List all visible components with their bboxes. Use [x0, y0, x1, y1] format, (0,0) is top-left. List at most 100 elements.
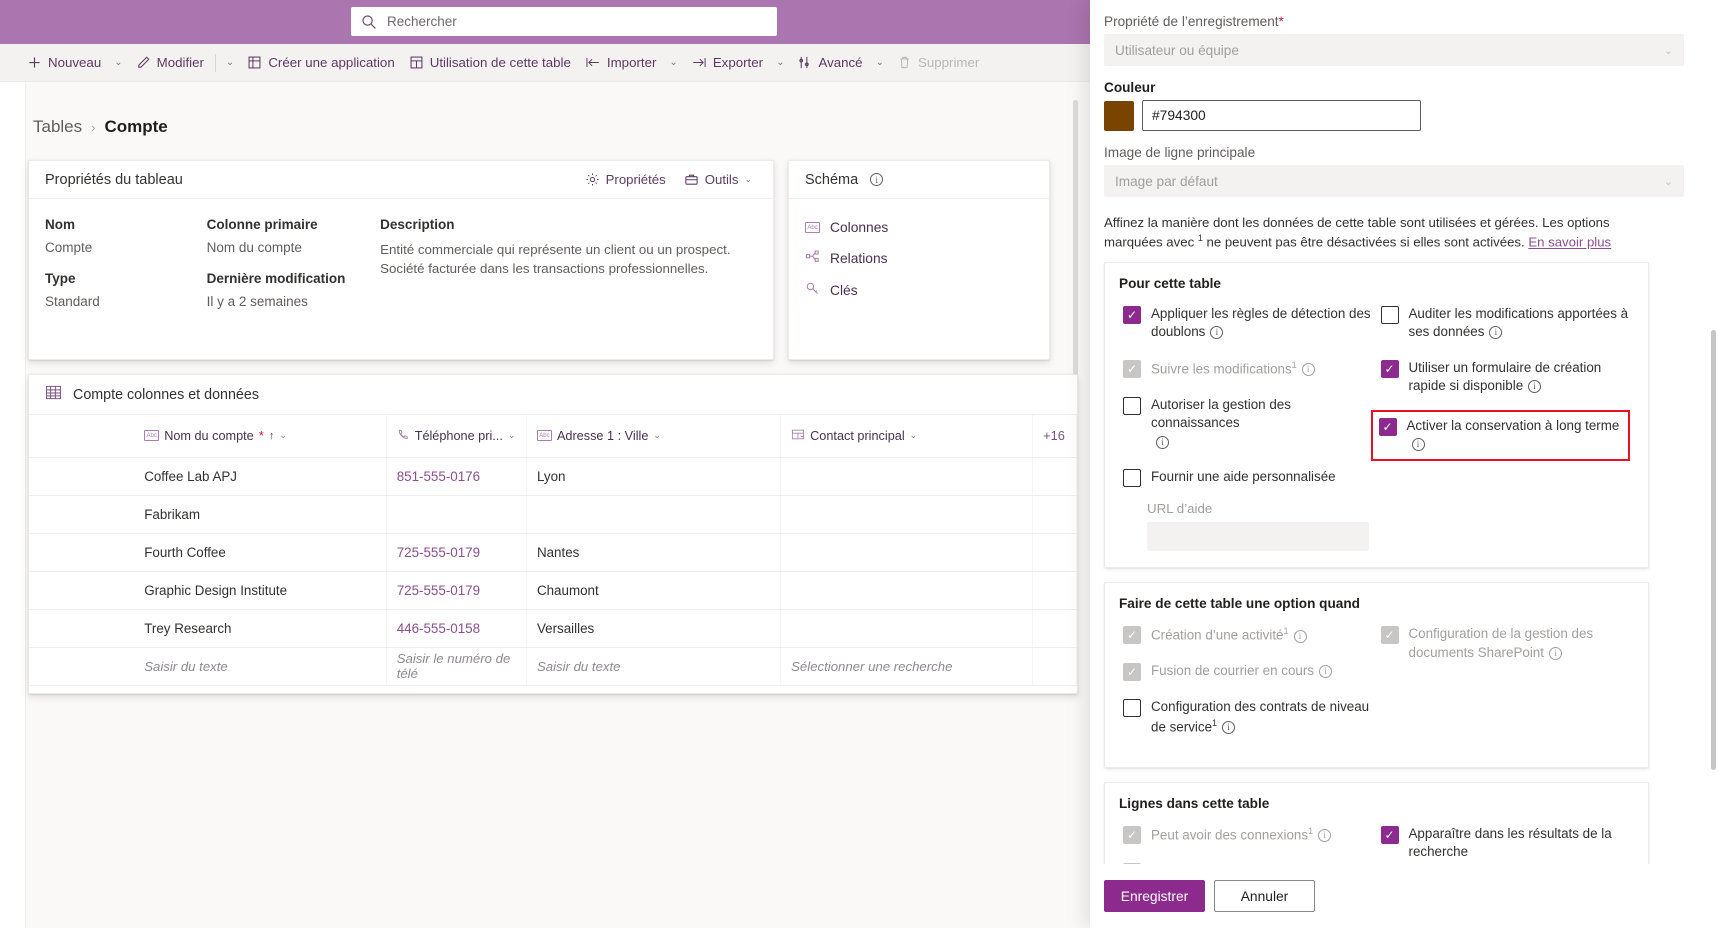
grid-more-columns[interactable]: +16 [1033, 415, 1077, 457]
learn-more-link[interactable]: En savoir plus [1528, 235, 1611, 250]
table-row[interactable]: Graphic Design Institute 725-555-0179 Ch… [29, 571, 1077, 609]
info-icon[interactable]: i [1210, 326, 1223, 339]
global-search-box[interactable] [351, 7, 777, 36]
info-icon[interactable]: i [1302, 363, 1315, 376]
color-hex-input[interactable] [1142, 100, 1421, 131]
cell-nom-du-compte[interactable]: Graphic Design Institute [134, 571, 386, 609]
command-creer-application[interactable]: Créer une application [240, 44, 401, 82]
new-cell-telephone[interactable]: Saisir le numéro de télé [386, 647, 526, 685]
checkbox[interactable] [1381, 306, 1399, 324]
info-icon[interactable]: i [1318, 829, 1331, 842]
row-select-cell[interactable] [29, 495, 134, 533]
checkbox[interactable]: ✓ [1381, 360, 1399, 378]
checkbox[interactable]: ✓ [1381, 826, 1399, 844]
chevron-down-icon-exporter[interactable]: ⌄ [770, 44, 790, 82]
cancel-button[interactable]: Annuler [1214, 880, 1315, 912]
cell-ville[interactable]: Chaumont [526, 571, 780, 609]
chevron-down-icon-nouveau[interactable]: ⌄ [108, 44, 128, 82]
checkbox[interactable]: ✓ [1379, 418, 1397, 436]
cell-ville[interactable]: Nantes [526, 533, 780, 571]
panel-scrollbar[interactable] [1711, 330, 1716, 770]
checkbox-row-apparaitre-resultats-recherche[interactable]: ✓ Apparaître dans les résultats de la re… [1377, 822, 1635, 865]
schema-item-colonnes[interactable]: Abc Colonnes [789, 213, 1049, 242]
checkbox-row-appliquer-regles-doublons[interactable]: ✓ Appliquer les règles de détection des … [1119, 302, 1377, 345]
checkbox-row-gestion-connaissances[interactable]: Autoriser la gestion des connaissancesi [1119, 393, 1377, 455]
grid-column-header-telephone[interactable]: Téléphone pri... ⌄ [386, 415, 526, 457]
cell-contact-principal[interactable] [781, 495, 1033, 533]
properties-button[interactable]: Propriétés [578, 168, 673, 191]
grid-column-header-nom-du-compte[interactable]: Abc Nom du compte * ↑ ⌄ [134, 415, 386, 457]
command-utilisation-table[interactable]: Utilisation de cette table [402, 44, 578, 82]
search-input[interactable] [385, 13, 767, 30]
checkbox-row-conservation-long-terme[interactable]: ✓ Activer la conservation à long termei [1371, 410, 1631, 461]
chevron-down-icon[interactable]: ⌄ [910, 430, 918, 441]
chevron-down-icon-avance[interactable]: ⌄ [870, 44, 890, 82]
info-icon[interactable]: i [1156, 436, 1169, 449]
chevron-down-icon[interactable]: ⌄ [508, 430, 516, 441]
save-button[interactable]: Enregistrer [1104, 880, 1205, 912]
cell-contact-principal[interactable] [781, 571, 1033, 609]
command-exporter[interactable]: Exporter [684, 44, 770, 82]
checkbox-row-auditer-modifications[interactable]: Auditer les modifications apportées à se… [1377, 302, 1635, 345]
table-row[interactable]: Coffee Lab APJ 851-555-0176 Lyon [29, 457, 1077, 495]
command-avance[interactable]: Avancé [790, 44, 869, 82]
cell-telephone[interactable]: 725-555-0179 [386, 533, 526, 571]
row-select-cell[interactable] [29, 571, 134, 609]
schema-item-relations[interactable]: Relations [789, 242, 1049, 274]
checkbox-row-aide-personnalisee[interactable]: Fournir une aide personnalisée [1119, 465, 1377, 490]
cell-ville[interactable]: Versailles [526, 609, 780, 647]
new-cell-ville[interactable]: Saisir du texte [526, 647, 780, 685]
info-icon[interactable]: i [1319, 665, 1332, 678]
cell-contact-principal[interactable] [781, 533, 1033, 571]
new-cell-contact-principal[interactable]: Sélectionner une recherche [781, 647, 1033, 685]
cell-telephone[interactable] [386, 495, 526, 533]
cell-telephone[interactable]: 446-555-0158 [386, 609, 526, 647]
cell-nom-du-compte[interactable]: Fabrikam [134, 495, 386, 533]
checkbox[interactable] [1123, 469, 1141, 487]
cell-nom-du-compte[interactable]: Fourth Coffee [134, 533, 386, 571]
row-select-cell[interactable] [29, 609, 134, 647]
cell-ville[interactable] [526, 495, 780, 533]
main-scrollbar[interactable] [1073, 100, 1078, 400]
info-icon[interactable]: i [1294, 630, 1307, 643]
info-icon[interactable]: i [1222, 721, 1235, 734]
chevron-down-icon[interactable]: ⌄ [653, 430, 661, 441]
info-icon[interactable]: i [870, 173, 883, 186]
chevron-down-icon[interactable]: ⌄ [279, 430, 287, 441]
cell-contact-principal[interactable] [781, 609, 1033, 647]
cell-telephone[interactable]: 851-555-0176 [386, 457, 526, 495]
breadcrumb-tables-link[interactable]: Tables [33, 117, 82, 137]
checkbox[interactable]: ✓ [1123, 306, 1141, 324]
row-select-cell[interactable] [29, 457, 134, 495]
table-row[interactable]: Fabrikam [29, 495, 1077, 533]
cell-telephone[interactable]: 725-555-0179 [386, 571, 526, 609]
command-importer[interactable]: Importer [578, 44, 664, 82]
chevron-down-icon-tools[interactable]: ⌄ [744, 174, 752, 185]
checkbox-row-contrats-niveau-service[interactable]: Configuration des contrats de niveau de … [1119, 695, 1377, 739]
cell-contact-principal[interactable] [781, 457, 1033, 495]
command-nouveau[interactable]: Nouveau [20, 44, 108, 82]
cell-nom-du-compte[interactable]: Trey Research [134, 609, 386, 647]
info-icon[interactable]: i [1549, 647, 1562, 660]
cell-ville[interactable]: Lyon [526, 457, 780, 495]
grid-column-header-contact-principal[interactable]: Contact principal ⌄ [781, 415, 1033, 457]
new-cell-nom-du-compte[interactable]: Saisir du texte [134, 647, 386, 685]
info-icon[interactable]: i [1412, 438, 1425, 451]
schema-item-cles[interactable]: Clés [789, 274, 1049, 306]
table-row[interactable]: Fourth Coffee 725-555-0179 Nantes [29, 533, 1077, 571]
cell-nom-du-compte[interactable]: Coffee Lab APJ [134, 457, 386, 495]
new-row[interactable]: Saisir du texte Saisir le numéro de télé… [29, 647, 1077, 685]
checkbox-row-formulaire-creation-rapide[interactable]: ✓ Utiliser un formulaire de création rap… [1377, 356, 1635, 399]
chevron-down-icon-modifier[interactable]: ⌄ [220, 44, 240, 82]
checkbox[interactable] [1123, 397, 1141, 415]
tools-button[interactable]: Outils ⌄ [677, 168, 759, 191]
info-icon[interactable]: i [1528, 380, 1541, 393]
grid-column-header-adresse-ville[interactable]: Abc Adresse 1 : Ville ⌄ [526, 415, 780, 457]
color-swatch[interactable] [1104, 101, 1134, 131]
command-modifier[interactable]: Modifier [129, 44, 211, 82]
row-select-cell[interactable] [29, 533, 134, 571]
chevron-down-icon-importer[interactable]: ⌄ [663, 44, 683, 82]
table-row[interactable]: Trey Research 446-555-0158 Versailles [29, 609, 1077, 647]
info-icon[interactable]: i [1489, 326, 1502, 339]
checkbox[interactable] [1123, 699, 1141, 717]
